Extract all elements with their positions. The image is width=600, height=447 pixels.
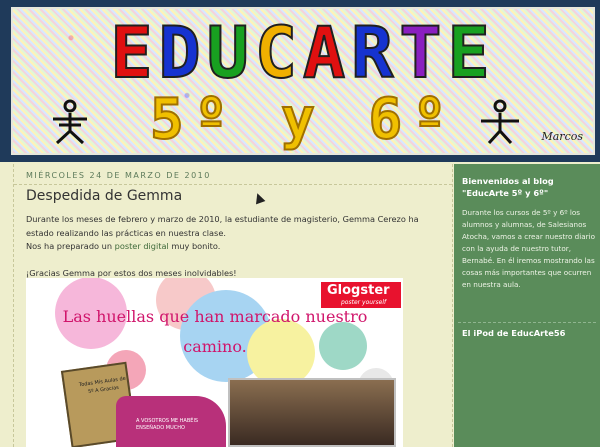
header-letter: E	[109, 12, 159, 94]
header-title: EDUCARTE	[13, 12, 593, 94]
stick-figure-icon	[53, 99, 87, 145]
post-text: Nos ha preparado un	[26, 241, 115, 251]
post-body: Durante los meses de febrero y marzo de …	[26, 213, 441, 281]
stick-figure-icon	[481, 99, 519, 145]
group-photo	[228, 378, 396, 447]
sidebar-welcome-title: Bienvenidos al blog "EducArte 5º y 6º"	[462, 176, 554, 198]
post-date: miércoles 24 de marzo de 2010	[26, 171, 211, 180]
post-paragraph: Nos ha preparado un poster digital muy b…	[26, 240, 441, 254]
sidebar-divider	[458, 322, 596, 323]
blog-header: EDUCARTE 5º y 6º Marcos	[0, 0, 600, 162]
header-letter: D	[158, 12, 207, 94]
glogster-poster-image[interactable]: Glogster poster yourself Las huellas que…	[26, 278, 403, 447]
post-title[interactable]: Despedida de Gemma	[26, 188, 182, 204]
glogster-brand: Glogster	[327, 283, 390, 298]
poster-headline: Las huellas que han marcado nuestro cami…	[62, 307, 368, 356]
date-divider	[14, 184, 452, 185]
header-letter: T	[398, 12, 448, 94]
header-letter: U	[206, 12, 255, 94]
header-signature: Marcos	[541, 130, 583, 143]
post-text: muy bonito.	[168, 241, 221, 251]
sidebar-ipod-title: El iPod de EducArte56	[462, 328, 566, 338]
sidebar: Bienvenidos al blog "EducArte 5º y 6º" D…	[454, 164, 600, 447]
header-banner-image[interactable]: EDUCARTE 5º y 6º Marcos	[11, 7, 595, 155]
header-letter: R	[350, 12, 400, 94]
header-letter: C	[254, 12, 303, 94]
poster-digital-link[interactable]: poster digital	[115, 241, 169, 251]
puzzle-text: A VOSOTROS ME HABÉIS ENSEÑADO MUCHO	[136, 418, 199, 431]
sidebar-welcome-text: Durante los cursos de 5º y 6º los alumno…	[462, 208, 595, 289]
post-paragraph: Durante los meses de febrero y marzo de …	[26, 214, 419, 238]
header-letter: A	[302, 12, 352, 94]
header-letter: E	[446, 12, 496, 94]
